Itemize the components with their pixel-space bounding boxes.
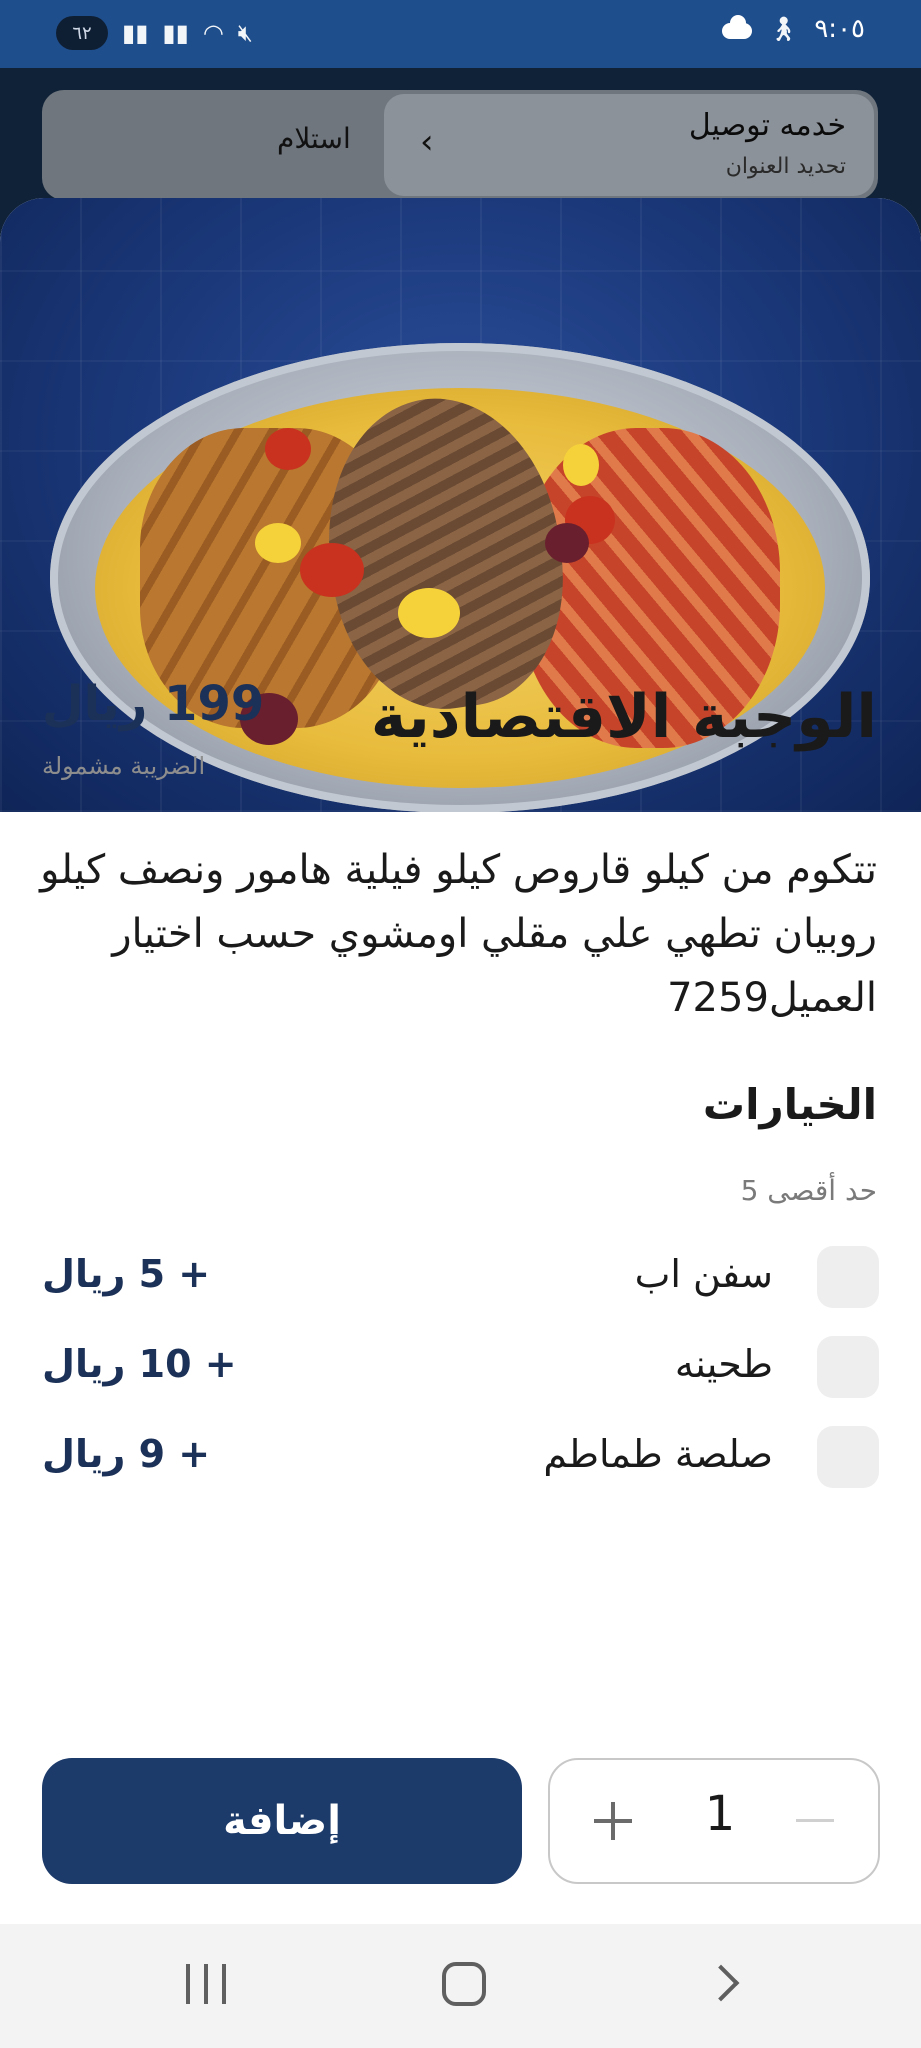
delivery-subtitle: تحديد العنوان bbox=[725, 154, 846, 179]
order-mode-selector[interactable]: خدمه توصيل تحديد العنوان ‹ استلام bbox=[42, 90, 878, 200]
chevron-left-icon: ‹ bbox=[420, 122, 434, 162]
quantity-stepper: 1 bbox=[548, 1758, 880, 1884]
lemon bbox=[255, 523, 301, 563]
tomato bbox=[300, 543, 364, 597]
lemon bbox=[563, 444, 599, 486]
option-checkbox[interactable] bbox=[817, 1336, 879, 1398]
system-nav-bar bbox=[0, 1924, 921, 2048]
delivery-option[interactable]: خدمه توصيل تحديد العنوان ‹ bbox=[384, 94, 874, 196]
option-label: سفن اب bbox=[634, 1252, 773, 1296]
option-checkbox[interactable] bbox=[817, 1426, 879, 1488]
recent-apps-icon[interactable] bbox=[186, 1964, 230, 2004]
notification-count-badge: ٦٢ bbox=[56, 16, 108, 50]
item-description: تتكوم من كيلو قاروص كيلو فيلية هامور ونص… bbox=[40, 847, 877, 1021]
signal-icon-2: ▮▮ bbox=[162, 19, 189, 47]
back-icon[interactable] bbox=[702, 1962, 742, 2006]
tax-note: الضريبة مشمولة bbox=[42, 752, 206, 780]
quantity-value: 1 bbox=[704, 1786, 736, 1842]
options-title: الخيارات bbox=[702, 1080, 877, 1129]
status-time: ٩:٠٥ bbox=[814, 14, 865, 44]
status-bar: ٦٢ ▮▮ ▮▮ ◠ 🔇︎ 🚶︎ ٩:٠٥ bbox=[0, 0, 921, 68]
option-row[interactable]: سفن اب + 5 ريال bbox=[0, 1238, 921, 1318]
option-price: + 5 ريال bbox=[42, 1252, 211, 1296]
pickup-option[interactable]: استلام bbox=[277, 122, 351, 155]
option-price: + 9 ريال bbox=[42, 1432, 211, 1476]
tomato bbox=[265, 428, 311, 470]
option-row[interactable]: صلصة طماطم + 9 ريال bbox=[0, 1418, 921, 1498]
item-title: الوجبة الاقتصادية bbox=[370, 682, 877, 752]
option-price: + 10 ريال bbox=[42, 1342, 237, 1386]
home-icon[interactable] bbox=[442, 1962, 486, 2006]
option-row[interactable]: طحينه + 10 ريال bbox=[0, 1328, 921, 1408]
minus-icon[interactable] bbox=[782, 1788, 848, 1854]
onion bbox=[545, 523, 589, 563]
cloud-icon bbox=[721, 15, 752, 39]
status-bar-left: ٦٢ ▮▮ ▮▮ ◠ 🔇︎ bbox=[56, 16, 253, 50]
options-max-label: حد أقصى 5 bbox=[740, 1174, 877, 1207]
option-label: طحينه bbox=[674, 1342, 773, 1386]
signal-icon: ▮▮ bbox=[122, 19, 149, 47]
option-label: صلصة طماطم bbox=[543, 1432, 773, 1476]
status-bar-right: 🚶︎ ٩:٠٥ bbox=[721, 14, 865, 44]
item-sheet: الوجبة الاقتصادية 199 ريال الضريبة مشمول… bbox=[0, 198, 921, 1924]
item-price: 199 ريال bbox=[42, 676, 265, 732]
option-checkbox[interactable] bbox=[817, 1246, 879, 1308]
add-to-cart-button[interactable]: إضافة bbox=[42, 1758, 522, 1884]
lemon bbox=[398, 588, 460, 638]
delivery-title: خدمه توصيل bbox=[688, 108, 846, 143]
mute-icon: 🔇︎ bbox=[237, 19, 253, 47]
walking-icon: 🚶︎ bbox=[767, 15, 799, 43]
plus-icon[interactable] bbox=[580, 1788, 646, 1854]
wifi-icon: ◠ bbox=[202, 19, 224, 47]
